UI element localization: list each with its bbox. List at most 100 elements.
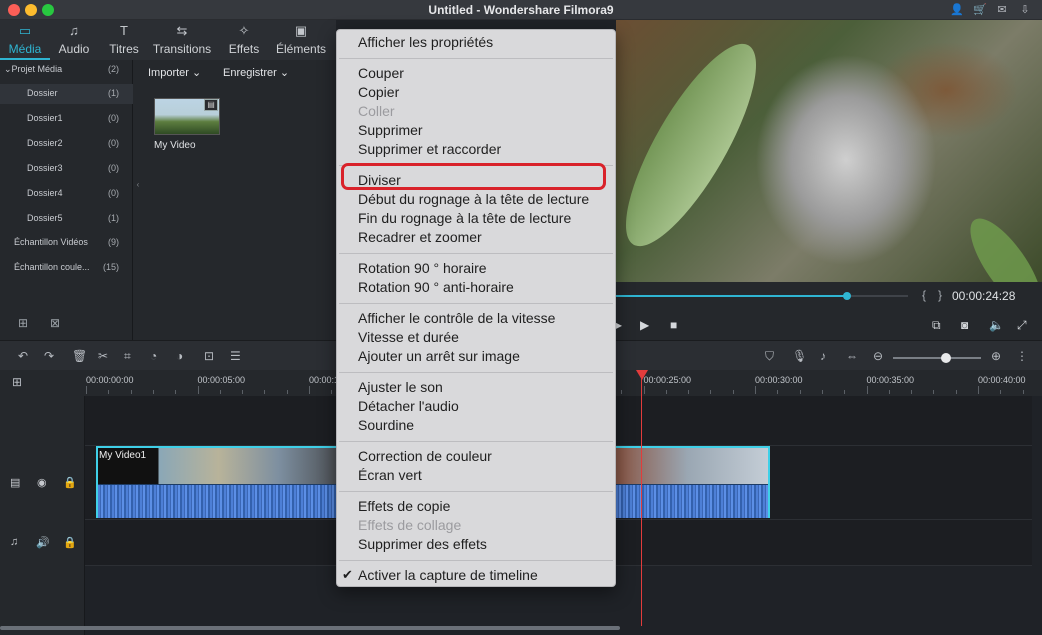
undo-icon[interactable]: ↶ <box>18 349 28 363</box>
menu-item[interactable]: Afficher le contrôle de la vitesse <box>358 310 555 326</box>
video-preview[interactable] <box>616 20 1042 282</box>
next-mark-icon[interactable]: } <box>938 288 942 302</box>
zoom-out-icon[interactable]: ⊖ <box>873 349 883 363</box>
notification-icon[interactable]: ✉ <box>995 3 1009 17</box>
ruler-label: 00:00:05:00 <box>197 375 246 385</box>
add-track-icon[interactable]: ⊞ <box>12 375 22 389</box>
menu-item[interactable]: Sourdine <box>358 417 414 433</box>
lock-icon[interactable]: 🔒 <box>63 536 77 549</box>
tree-item-count: (0) <box>108 188 119 198</box>
menu-item[interactable]: Rotation 90 ° anti-horaire <box>358 279 514 295</box>
tree-item-folder3[interactable]: Dossier3 (0) <box>0 159 133 179</box>
crop-icon[interactable]: ⌗ <box>124 349 131 364</box>
menu-item: Effets de collage <box>358 517 462 533</box>
render-preview-icon[interactable]: ⧉ <box>932 318 941 333</box>
speed-icon[interactable]: ◔ <box>150 349 157 363</box>
play-icon[interactable]: ▶ <box>640 318 649 332</box>
seek-handle[interactable] <box>842 292 851 300</box>
tree-item-folder4[interactable]: Dossier4 (0) <box>0 184 133 204</box>
chevron-down-icon: ⌄ <box>192 67 202 79</box>
tree-item-count: (1) <box>108 88 119 98</box>
menu-item[interactable]: Couper <box>358 65 404 81</box>
tree-item-folder2[interactable]: Dossier2 (0) <box>0 134 133 154</box>
ruler-tick <box>1022 390 1024 394</box>
panel-handle-icon[interactable]: ⋮ <box>1016 349 1028 363</box>
cut-icon[interactable]: ✂ <box>98 349 108 363</box>
horizontal-scrollbar[interactable] <box>0 626 620 630</box>
menu-item[interactable]: Correction de couleur <box>358 448 492 464</box>
tree-item-folder5[interactable]: Dossier5 (1) <box>0 209 133 229</box>
new-folder-icon[interactable]: ⊞ <box>18 316 28 330</box>
menu-item[interactable]: Afficher les propriétés <box>358 34 493 50</box>
audio-mixer-icon[interactable]: ☰ <box>230 349 241 363</box>
transitions-icon: ⇆ <box>176 23 188 38</box>
stop-icon[interactable]: ■ <box>670 318 677 332</box>
title-bar: Untitled - Wondershare Filmora9 👤 🛒 ✉ ⇩ <box>0 0 1042 20</box>
tree-item-sample-videos[interactable]: Échantillon Vidéos (9) <box>0 233 133 253</box>
delete-folder-icon[interactable]: ⊠ <box>50 316 60 330</box>
playhead-line[interactable] <box>641 374 642 626</box>
tab-transitions[interactable]: ⇆ Transitions <box>152 20 212 60</box>
zoom-slider-handle[interactable] <box>940 353 951 363</box>
eye-icon[interactable]: ◉ <box>37 476 47 489</box>
menu-item[interactable]: Rotation 90 ° horaire <box>358 260 487 276</box>
menu-item[interactable]: Début du rognage à la tête de lecture <box>358 191 589 207</box>
tab-elements[interactable]: ▣ Éléments <box>276 20 326 60</box>
menu-item[interactable]: Vitesse et durée <box>358 329 459 345</box>
menu-item[interactable]: Supprimer et raccorder <box>358 141 501 157</box>
voiceover-icon[interactable]: ♪ <box>820 349 826 363</box>
playhead-handle[interactable] <box>636 370 648 380</box>
collapse-panel-handle[interactable]: ‹ <box>133 60 143 340</box>
volume-icon[interactable]: 🔈 <box>989 318 1004 332</box>
marker-icon[interactable]: ⛉ <box>765 349 774 364</box>
microphone-icon[interactable]: 🎙 <box>792 349 807 363</box>
lock-icon[interactable]: 🔒 <box>63 476 77 489</box>
fullscreen-icon[interactable]: ⤢ <box>1017 318 1027 333</box>
ruler-label: 00:00:35:00 <box>866 375 915 385</box>
prev-frame-icon[interactable]: ▸ <box>616 318 622 332</box>
tab-effects[interactable]: ✧ Effets <box>226 20 262 60</box>
menu-item[interactable]: Copier <box>358 84 399 100</box>
ruler-tick <box>710 390 712 394</box>
record-button[interactable]: Enregistrer ⌄ <box>223 66 289 79</box>
download-icon[interactable]: ⇩ <box>1018 3 1032 17</box>
zoom-in-icon[interactable]: ⊕ <box>991 349 1001 363</box>
window-title: Untitled - Wondershare Filmora9 <box>428 3 614 17</box>
ruler-tick <box>978 386 979 394</box>
menu-item[interactable]: Supprimer des effets <box>358 536 487 552</box>
tab-titles[interactable]: T Titres <box>104 20 144 60</box>
menu-item[interactable]: Fin du rognage à la tête de lecture <box>358 210 571 226</box>
tree-item-count: (0) <box>108 138 119 148</box>
tab-audio[interactable]: ♫ Audio <box>52 20 96 60</box>
tree-item-folder[interactable]: Dossier (1) <box>0 84 133 104</box>
account-icon[interactable]: 👤 <box>950 3 964 17</box>
menu-item[interactable]: Ajouter un arrêt sur image <box>358 348 520 364</box>
snapshot-camera-icon[interactable]: ◙ <box>961 318 968 332</box>
tab-label: Média <box>8 42 42 56</box>
prev-mark-icon[interactable]: { <box>922 288 926 302</box>
color-icon[interactable]: ◑ <box>176 349 183 363</box>
menu-item[interactable]: Détacher l'audio <box>358 398 459 414</box>
tree-item-label: ⌄Projet Média <box>4 64 63 74</box>
ruler-label: 00:00:40:00 <box>978 375 1026 385</box>
green-screen-icon[interactable]: ⊡ <box>204 349 214 363</box>
menu-item[interactable]: Écran vert <box>358 467 422 483</box>
ruler-tick <box>732 390 734 394</box>
menu-item[interactable]: Supprimer <box>358 122 423 138</box>
redo-icon[interactable]: ↷ <box>44 349 54 363</box>
tree-item-project-media[interactable]: ⌄Projet Média (2) <box>0 60 133 80</box>
tree-item-folder1[interactable]: Dossier1 (0) <box>0 109 133 129</box>
tab-media[interactable]: ▭ Média <box>0 20 50 60</box>
speaker-icon[interactable]: 🔊 <box>36 536 50 549</box>
delete-icon[interactable]: 🗑 <box>72 349 87 363</box>
cart-icon[interactable]: 🛒 <box>973 3 987 17</box>
menu-item[interactable]: Activer la capture de timeline <box>358 567 538 583</box>
zoom-slider[interactable] <box>893 357 981 359</box>
menu-item[interactable]: Ajuster le son <box>358 379 443 395</box>
tree-item-sample-colors[interactable]: Échantillon coule... (15) <box>0 258 133 278</box>
fit-timeline-icon[interactable]: ⇔ <box>846 349 858 363</box>
menu-item[interactable]: Recadrer et zoomer <box>358 229 482 245</box>
import-button[interactable]: Importer ⌄ <box>148 66 201 79</box>
menu-item[interactable]: Effets de copie <box>358 498 450 514</box>
ruler-label: 00:00:25:00 <box>643 375 692 385</box>
